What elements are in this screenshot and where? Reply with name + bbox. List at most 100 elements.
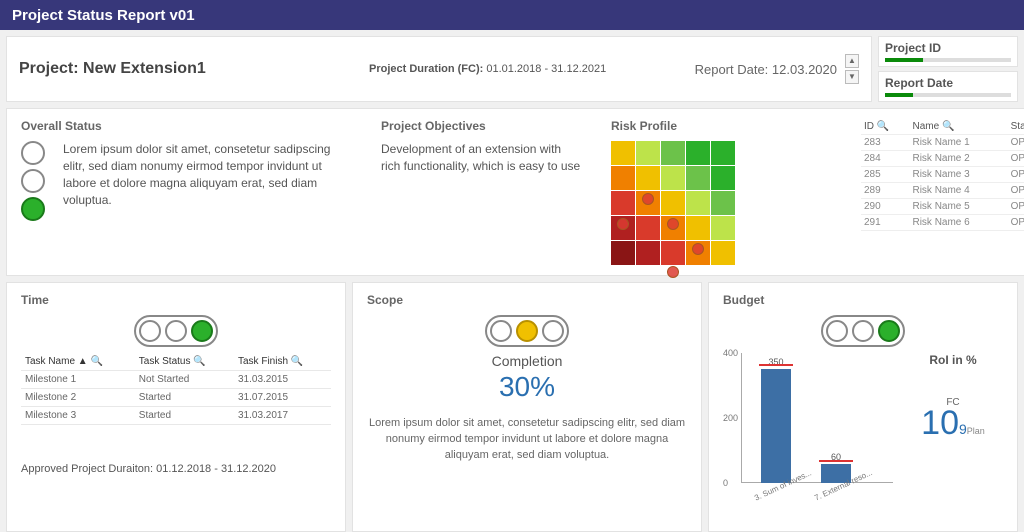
traffic-yellow-icon [165, 320, 187, 342]
risk-cell [711, 141, 735, 165]
budget-bar-chart: 02004003503. Sum of inves...607. Externa… [723, 353, 893, 503]
risk-cell [711, 216, 735, 240]
scroll-buttons: ▲ ▼ [845, 54, 859, 84]
y-tick: 400 [723, 348, 738, 358]
risk-cell [711, 166, 735, 190]
approved-duration: Approved Project Duraiton: 01.12.2018 - … [21, 463, 331, 475]
roi-value-plan: 9 [959, 421, 967, 437]
project-name: New Extension1 [83, 60, 206, 77]
project-duration: Project Duration (FC): 01.01.2018 - 31.1… [369, 62, 669, 76]
risk-dot-icon [667, 218, 679, 230]
status-card: Overall Status Lorem ipsum dolor sit ame… [6, 108, 1024, 276]
time-title: Time [21, 293, 331, 307]
risk-cell [661, 241, 685, 265]
risk-cell [711, 191, 735, 215]
time-traffic-light [134, 315, 218, 347]
search-icon[interactable]: 🔍 [877, 121, 889, 132]
table-row[interactable]: Milestone 2Started31.07.2015 [21, 389, 331, 407]
side-report-date[interactable]: Report Date [878, 71, 1018, 102]
risk-title: Risk Profile [611, 119, 831, 133]
risk-th-status[interactable]: Status [1008, 119, 1024, 135]
risk-cell [661, 141, 685, 165]
risk-cell [661, 166, 685, 190]
y-tick: 200 [723, 413, 738, 423]
scroll-up-icon[interactable]: ▲ [845, 54, 859, 68]
ms-th-finish[interactable]: Task Finish 🔍 [234, 353, 331, 371]
search-icon[interactable]: 🔍 [291, 356, 303, 367]
roi-block: RoI in % FC 109Plan [903, 353, 1003, 438]
risk-cell [686, 241, 710, 265]
page-header: Project Status Report v01 [0, 0, 1024, 30]
table-row[interactable]: 285Risk Name 3OPEN [861, 167, 1024, 183]
objectives-title: Project Objectives [381, 119, 581, 133]
scope-card: Scope Completion 30% Lorem ipsum dolor s… [352, 282, 702, 532]
project-title: Project: New Extension1 [19, 60, 369, 78]
risk-cell [636, 166, 660, 190]
traffic-red-icon [139, 320, 161, 342]
table-row[interactable]: 283Risk Name 1OPEN [861, 135, 1024, 151]
milestone-table: Task Name ▲ 🔍 Task Status 🔍 Task Finish … [21, 353, 331, 425]
risk-cell [611, 216, 635, 240]
bar [761, 369, 791, 483]
scope-text: Lorem ipsum dolor sit amet, consetetur s… [367, 415, 687, 463]
risk-heatmap [611, 141, 831, 265]
traffic-yellow-icon [852, 320, 874, 342]
duration-value: 01.01.2018 - 31.12.2021 [486, 63, 606, 75]
roi-plan-label: Plan [967, 426, 985, 436]
risk-cell [661, 216, 685, 240]
time-card: Time Task Name ▲ 🔍 Task Status 🔍 Task Fi… [6, 282, 346, 532]
objectives-text: Development of an extension with rich fu… [381, 141, 581, 175]
ms-th-status[interactable]: Task Status 🔍 [135, 353, 234, 371]
risk-cell [686, 191, 710, 215]
table-row[interactable]: Milestone 3Started31.03.2017 [21, 407, 331, 425]
search-icon[interactable]: 🔍 [942, 121, 954, 132]
scope-traffic-light [485, 315, 569, 347]
table-row[interactable]: 284Risk Name 2OPEN [861, 151, 1024, 167]
project-prefix: Project: [19, 60, 79, 77]
side-panel: Project ID Report Date [878, 36, 1018, 102]
traffic-red-icon [826, 320, 848, 342]
risk-cell [686, 166, 710, 190]
budget-card: Budget 02004003503. Sum of inves...607. … [708, 282, 1018, 532]
table-row[interactable]: 291Risk Name 6OPEN [861, 215, 1024, 231]
overall-traffic-light [21, 141, 45, 221]
traffic-green-icon [191, 320, 213, 342]
risk-dot-icon [617, 218, 629, 230]
roi-title: RoI in % [903, 353, 1003, 367]
search-icon[interactable]: 🔍 [193, 356, 205, 367]
risk-th-name[interactable]: Name 🔍 [909, 119, 1007, 135]
overall-text: Lorem ipsum dolor sit amet, consetetur s… [63, 141, 351, 221]
table-row[interactable]: 290Risk Name 5OPEN [861, 199, 1024, 215]
side-project-id-label: Project ID [885, 41, 941, 55]
risk-cell [686, 141, 710, 165]
target-line [759, 364, 793, 366]
table-row[interactable]: Milestone 1Not Started31.03.2015 [21, 371, 331, 389]
report-date: Report Date: 12.03.2020 [669, 62, 845, 77]
side-project-id[interactable]: Project ID [878, 36, 1018, 67]
risk-cell [611, 141, 635, 165]
traffic-yellow-icon [21, 169, 45, 193]
traffic-red-icon [21, 141, 45, 165]
roi-value-fc: 10 [921, 404, 959, 442]
completion-value: 30% [367, 371, 687, 403]
risk-th-id[interactable]: ID 🔍 [861, 119, 909, 135]
table-row[interactable]: 289Risk Name 4OPEN [861, 183, 1024, 199]
report-date-label: Report Date: [695, 62, 769, 77]
target-line [819, 460, 853, 462]
search-icon[interactable]: 🔍 [90, 356, 102, 367]
risk-cell [636, 141, 660, 165]
y-tick: 0 [723, 478, 728, 488]
risk-table: ID 🔍 Name 🔍 Status 283Risk Name 1OPEN284… [861, 119, 1024, 265]
traffic-green-icon [542, 320, 564, 342]
ms-th-name[interactable]: Task Name ▲ 🔍 [21, 353, 135, 371]
budget-traffic-light [821, 315, 905, 347]
risk-cell [611, 166, 635, 190]
budget-title: Budget [723, 293, 1003, 307]
scroll-down-icon[interactable]: ▼ [845, 70, 859, 84]
side-report-date-label: Report Date [885, 76, 953, 90]
risk-dot-icon [667, 266, 679, 278]
risk-cell [636, 241, 660, 265]
overall-status-title: Overall Status [21, 119, 351, 133]
traffic-green-icon [878, 320, 900, 342]
risk-cell [686, 216, 710, 240]
